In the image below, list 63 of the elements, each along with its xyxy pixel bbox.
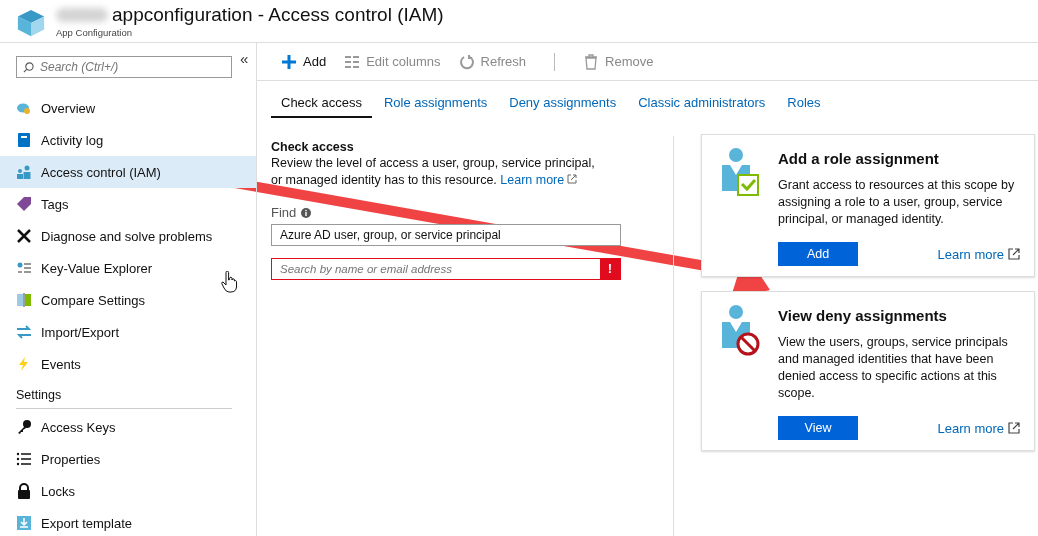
info-icon: [301, 207, 312, 218]
error-badge: !: [600, 259, 620, 279]
trash-icon: [583, 53, 600, 70]
tab[interactable]: Roles: [777, 91, 831, 118]
page-subtitle: App Configuration: [56, 27, 134, 38]
sidebar-item[interactable]: Compare Settings: [0, 284, 256, 316]
sidebar-item[interactable]: Export template: [0, 507, 256, 536]
user-blocked-icon: [720, 304, 760, 356]
tag-icon: [16, 196, 32, 212]
sidebar-item[interactable]: Locks: [0, 475, 256, 507]
page-title: appconfiguration - Access control (IAM): [112, 4, 444, 26]
learn-more-link[interactable]: Learn more: [937, 420, 1020, 436]
sidebar-item[interactable]: Access Keys: [0, 411, 256, 443]
description-text: Review the level of access a user, group, service principal, or managed identity has to this resource. Learn more: [271, 155, 596, 189]
learn-more-link[interactable]: Learn more: [500, 173, 578, 187]
book-icon: [16, 132, 32, 148]
tab[interactable]: Deny assignments: [499, 91, 627, 118]
sidebar-item[interactable]: Access control (IAM): [0, 156, 256, 188]
sidebar-item[interactable]: Activity log: [0, 124, 256, 156]
section-title: Check access: [271, 140, 355, 154]
tab[interactable]: Check access: [271, 91, 372, 118]
compare-icon: [16, 292, 32, 308]
sidebar-item[interactable]: Key-Value Explorer: [0, 252, 256, 284]
card-description: Grant access to resources at this scope by assigning a role to a user, group, service principal, or managed identity.: [778, 177, 1016, 228]
search-field[interactable]: Search (Ctrl+/): [16, 56, 232, 78]
key-icon: [16, 419, 32, 435]
columns-icon: [344, 53, 361, 70]
external-link-icon: [1008, 421, 1020, 434]
sidebar-item[interactable]: Diagnose and solve problems: [0, 220, 256, 252]
people-icon: [16, 164, 32, 180]
sidebar-item[interactable]: Events: [0, 348, 256, 380]
plus-icon: [281, 53, 297, 70]
cube-icon: [16, 8, 46, 38]
primary-button[interactable]: View: [778, 416, 858, 440]
sidebar-item[interactable]: Import/Export: [0, 316, 256, 348]
search-field[interactable]: Search by name or email address !: [271, 258, 621, 280]
sidebar-item[interactable]: Tags: [0, 188, 256, 220]
tab[interactable]: Role assignments: [373, 91, 498, 118]
sidebar-item[interactable]: Overview: [0, 92, 256, 124]
toolbar-button[interactable]: Add: [281, 53, 327, 70]
hand-cursor-icon: [221, 271, 237, 293]
sidebar-item[interactable]: Properties: [0, 443, 256, 475]
type-dropdown[interactable]: Azure AD user, group, or service principal: [271, 224, 621, 246]
download-icon: [16, 515, 32, 531]
swap-arrows-icon: [16, 324, 32, 340]
lock-icon: [16, 483, 32, 499]
list-icon: [16, 451, 32, 467]
section-heading: Settings: [16, 388, 232, 409]
search-input[interactable]: Search (Ctrl+/): [40, 60, 220, 74]
card-title: Add a role assignment: [778, 150, 940, 167]
card-title: View deny assignments: [778, 307, 948, 324]
user-check-icon: [720, 147, 760, 199]
primary-button[interactable]: Add: [778, 242, 858, 266]
tab[interactable]: Classic administrators: [628, 91, 776, 118]
search-icon: [23, 61, 34, 73]
field-label: Find: [271, 205, 297, 220]
card-description: View the users, groups, service principals and managed identities that have been denied access to specific actions at this scope.: [778, 334, 1009, 402]
learn-more-link[interactable]: Learn more: [937, 246, 1020, 262]
external-link-icon: [1008, 247, 1020, 260]
search-input[interactable]: Search by name or email address: [272, 259, 600, 279]
collapse-button[interactable]: «: [240, 50, 249, 67]
external-link-icon: [567, 174, 578, 184]
refresh-icon: [458, 53, 475, 70]
